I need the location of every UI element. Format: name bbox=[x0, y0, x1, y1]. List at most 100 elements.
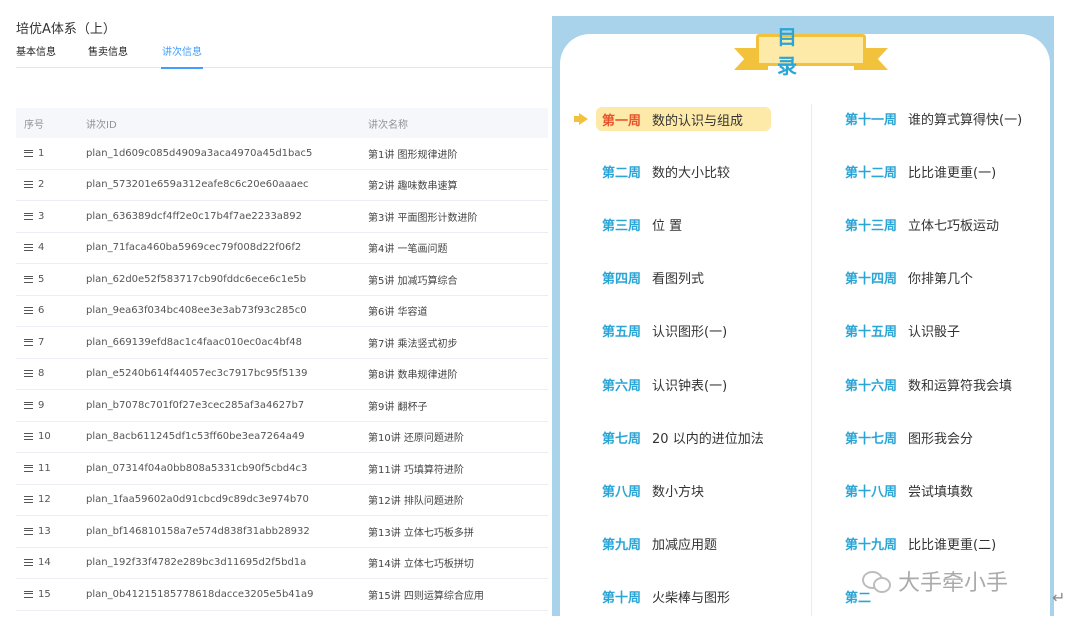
table-row[interactable]: 9 plan_b7078c701f0f27e3cec285af3a4627b7 第9… bbox=[16, 390, 548, 422]
drag-handle-icon[interactable] bbox=[24, 307, 33, 315]
banner-box: 目 录 bbox=[756, 25, 866, 78]
toc-week: 第十九周 bbox=[845, 538, 898, 554]
toc-week: 第七周 bbox=[602, 431, 642, 447]
drag-handle-icon[interactable] bbox=[24, 338, 33, 346]
toc-week: 第五周 bbox=[602, 325, 642, 341]
toc-item: 第九周 加减应用题 bbox=[602, 533, 717, 555]
toc-topic: 比比谁更重(二) bbox=[908, 538, 997, 554]
watermark-text: 大手牵小手 bbox=[898, 571, 1009, 596]
toc-item: 第十二周 比比谁更重(一) bbox=[845, 160, 996, 182]
toc-item: 第六周 认识钟表(一) bbox=[602, 373, 727, 395]
row-index-number: 14 bbox=[38, 557, 51, 569]
table-row[interactable]: 1 plan_1d609c085d4909a3aca4970a45d1bac5 第1… bbox=[16, 138, 548, 170]
table-body: 1 plan_1d609c085d4909a3aca4970a45d1bac5 第1… bbox=[16, 138, 548, 611]
table-row[interactable]: 15 plan_0b41215185778618dacce3205e5b41a9 第… bbox=[16, 579, 548, 611]
toc-topic: 数的认识与组成 bbox=[652, 113, 744, 129]
toc-topic: 认识图形(一) bbox=[652, 325, 728, 341]
toc-week: 第八周 bbox=[602, 484, 642, 500]
drag-handle-icon[interactable] bbox=[24, 433, 33, 441]
course-admin-panel: 培优A体系（上） 基本信息 售卖信息 讲次信息 序号 讲次ID 讲次名称 1 pl… bbox=[0, 0, 552, 630]
lesson-id: plan_0b41215185778618dacce3205e5b41a9 bbox=[86, 588, 314, 600]
tab-lesson-info[interactable]: 讲次信息 bbox=[161, 46, 203, 69]
drag-handle-icon[interactable] bbox=[24, 212, 33, 220]
tab-basic-info[interactable]: 基本信息 bbox=[16, 46, 56, 68]
wechat-icon bbox=[862, 569, 891, 593]
lesson-id: plan_62d0e52f583717cb90fddc6ece6c1e5b bbox=[86, 273, 307, 285]
drag-handle-icon[interactable] bbox=[24, 590, 33, 598]
toc-title-banner: 目 录 bbox=[734, 25, 888, 78]
toc-item: 第十六周 数和运算符我会填 bbox=[845, 373, 1012, 395]
row-index: 15 bbox=[16, 589, 78, 600]
toc-image: 目 录 第一周 数的认识与组成 第二周 数的大小比较 第三周位 置第四周 看图列式 第五周认… bbox=[552, 16, 1054, 616]
toc-topic: 火柴棒与图形 bbox=[652, 591, 731, 607]
course-title: 培优A体系（上） bbox=[16, 22, 116, 37]
toc-item: 第十八周 尝试填填数 bbox=[845, 479, 973, 501]
table-row[interactable]: 4 plan_71faca460ba5969cec79f008d22f06f2 第4… bbox=[16, 233, 548, 264]
drag-handle-icon[interactable] bbox=[24, 464, 33, 472]
row-index-number: 11 bbox=[38, 462, 51, 474]
toc-week: 第十七周 bbox=[845, 431, 898, 447]
lesson-name: 第14讲 立体七巧板拼切 bbox=[368, 559, 474, 571]
table-row[interactable]: 6 plan_9ea63f034bc408ee3e3ab73f93c285c0 第6… bbox=[16, 296, 548, 327]
table-row[interactable]: 3 plan_636389dcf4ff2e0c17b4f7ae2233a892 第3… bbox=[16, 201, 548, 233]
toc-item: 第五周 认识图形(一) bbox=[602, 320, 727, 342]
lesson-name: 第12讲 排队问题进阶 bbox=[368, 496, 464, 508]
toc-week: 第十一周 bbox=[845, 112, 898, 128]
row-index-number: 3 bbox=[38, 210, 45, 222]
row-index-number: 4 bbox=[38, 242, 45, 254]
row-index-number: 8 bbox=[38, 368, 45, 380]
row-index-number: 2 bbox=[38, 179, 45, 191]
row-index-number: 13 bbox=[38, 525, 51, 537]
toc-item: 第四周 看图列式 bbox=[602, 267, 704, 289]
drag-handle-icon[interactable] bbox=[24, 559, 33, 567]
drag-handle-icon[interactable] bbox=[24, 496, 33, 504]
lesson-id: plan_669139efd8ac1c4faac010ec0ac4bf48 bbox=[86, 336, 302, 348]
toc-title: 目 录 bbox=[777, 25, 815, 78]
lesson-id: plan_b7078c701f0f27e3cec285af3a4627b7 bbox=[86, 399, 305, 411]
drag-handle-icon[interactable] bbox=[24, 527, 33, 535]
row-index-number: 6 bbox=[38, 305, 45, 317]
table-row[interactable]: 10 plan_8acb611245df1c53ff60be3ea7264a49 第… bbox=[16, 422, 548, 453]
lesson-name: 第7讲 乘法竖式初步 bbox=[368, 338, 458, 350]
table-row[interactable]: 11 plan_07314f04a0bb808a5331cb90f5cbd4c3 第… bbox=[16, 453, 548, 485]
lesson-id: plan_07314f04a0bb808a5331cb90f5cbd4c3 bbox=[86, 462, 308, 474]
row-index-number: 7 bbox=[38, 336, 45, 348]
row-index: 2 bbox=[16, 179, 78, 190]
column-divider bbox=[811, 104, 812, 616]
drag-handle-icon[interactable] bbox=[24, 275, 33, 283]
table-row[interactable]: 8 plan_e5240b614f44057ec3c7917bc95f5139 第8… bbox=[16, 359, 548, 390]
lesson-name: 第5讲 加减巧算综合 bbox=[368, 275, 458, 287]
toc-week: 第二周 bbox=[602, 165, 642, 181]
lesson-id: plan_1d609c085d4909a3aca4970a45d1bac5 bbox=[86, 147, 313, 159]
toc-topic: 20 以内的进位加法 bbox=[652, 431, 764, 447]
row-index: 13 bbox=[16, 526, 78, 537]
header-lesson-name: 讲次名称 bbox=[368, 119, 408, 131]
row-index-number: 5 bbox=[38, 273, 45, 285]
toc-topic: 数小方块 bbox=[652, 484, 705, 500]
row-index-number: 9 bbox=[38, 399, 45, 411]
drag-handle-icon[interactable] bbox=[24, 181, 33, 189]
table-row[interactable]: 14 plan_192f33f4782e289bc3d11695d2f5bd1a 第… bbox=[16, 548, 548, 579]
drag-handle-icon[interactable] bbox=[24, 149, 33, 157]
watermark: 大手牵小手 bbox=[862, 566, 1008, 596]
lesson-id: plan_192f33f4782e289bc3d11695d2f5bd1a bbox=[86, 557, 307, 569]
table-row[interactable]: 2 plan_573201e659a312eafe8c6c20e60aaaec 第2… bbox=[16, 170, 548, 201]
drag-handle-icon[interactable] bbox=[24, 401, 33, 409]
lesson-name: 第10讲 还原问题进阶 bbox=[368, 433, 464, 445]
table-row[interactable]: 12 plan_1faa59602a0d91cbcd9c89dc3e974b70 第… bbox=[16, 485, 548, 516]
table-row[interactable]: 7 plan_669139efd8ac1c4faac010ec0ac4bf48 第7… bbox=[16, 327, 548, 359]
row-index: 1 bbox=[16, 148, 78, 159]
table-row[interactable]: 13 plan_bf146810158a7e574d838f31abb28932 第… bbox=[16, 516, 548, 548]
row-index-number: 10 bbox=[38, 431, 51, 443]
tab-sales-info[interactable]: 售卖信息 bbox=[88, 46, 128, 68]
row-index: 12 bbox=[16, 494, 78, 505]
toc-item: 第十四周 你排第几个 bbox=[845, 267, 973, 289]
toc-item: 第二周 数的大小比较 bbox=[602, 160, 730, 182]
row-index: 14 bbox=[16, 557, 78, 568]
row-index: 7 bbox=[16, 337, 78, 348]
drag-handle-icon[interactable] bbox=[24, 244, 33, 252]
drag-handle-icon[interactable] bbox=[24, 370, 33, 378]
row-index: 11 bbox=[16, 463, 78, 474]
table-row[interactable]: 5 plan_62d0e52f583717cb90fddc6ece6c1e5b 第5… bbox=[16, 264, 548, 296]
toc-topic: 数和运算符我会填 bbox=[908, 378, 1013, 394]
